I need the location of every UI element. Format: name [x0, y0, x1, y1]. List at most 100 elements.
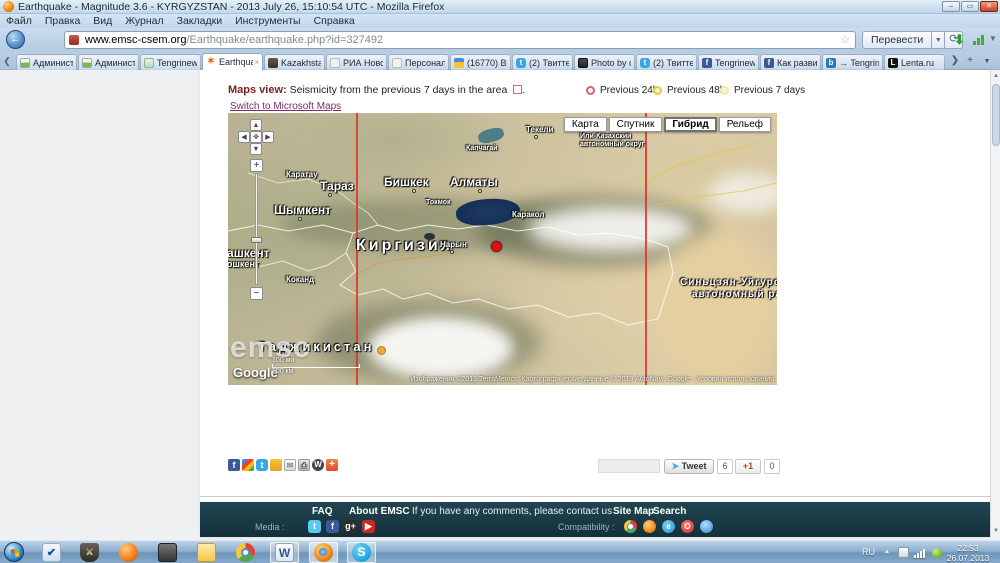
footer-sitemap-link[interactable]: Site Map [613, 506, 654, 517]
menu-edit[interactable]: Правка [45, 15, 80, 27]
translate-caret-icon[interactable]: ▼ [932, 31, 946, 49]
map-type-sputnik[interactable]: Спутник [608, 117, 663, 132]
earthquake-marker-7days[interactable] [377, 346, 386, 355]
map-type-karta[interactable]: Карта [563, 117, 607, 132]
page-scrollbar[interactable]: ▲ ▼ [990, 70, 1000, 537]
menu-tools[interactable]: Инструменты [235, 15, 300, 27]
share-twitter-icon[interactable]: t [256, 459, 268, 471]
share-print-icon[interactable]: ⎙ [298, 459, 310, 471]
zoom-out-button[interactable]: − [250, 287, 263, 300]
share-email-icon[interactable]: ✉ [284, 459, 296, 471]
list-all-tabs-icon[interactable]: ▼ [980, 58, 994, 65]
tab-lenta[interactable]: L Lenta.ru [884, 54, 945, 70]
scroll-down-icon[interactable]: ▼ [991, 525, 1000, 537]
taskbar-explorer-icon[interactable] [197, 543, 216, 562]
footer-about-link[interactable]: About EMSC [349, 506, 410, 517]
tab-kazakhstan[interactable]: Kazakhstan ... [264, 54, 325, 70]
taskbar-fl-studio-icon[interactable] [119, 543, 138, 562]
share-wordpress-icon[interactable]: W [312, 459, 324, 471]
pan-right-icon[interactable]: ▶ [262, 131, 274, 143]
earthquake-marker-24h[interactable] [491, 241, 502, 252]
tray-app-icon[interactable] [898, 547, 909, 558]
share-search-box[interactable] [598, 459, 660, 473]
pan-up-icon[interactable]: ▲ [250, 119, 262, 131]
zoom-slider-track[interactable] [255, 173, 258, 285]
tray-status-icon[interactable] [932, 548, 942, 558]
taskbar-firefox-icon[interactable] [314, 543, 333, 562]
language-indicator[interactable]: RU [862, 547, 875, 557]
taskbar-word-icon[interactable]: W [275, 543, 294, 562]
taskbar-world-of-tanks-icon[interactable]: ⚔ [80, 543, 99, 562]
footer-search-link[interactable]: Search [653, 506, 686, 517]
stats-bars-icon[interactable] [973, 35, 985, 45]
new-tab-button[interactable]: + [963, 55, 977, 66]
tab-earthquake-active[interactable]: ✶Earthqua...× [202, 53, 263, 70]
plus-one-button[interactable]: +1 [735, 459, 761, 474]
zoom-in-button[interactable]: + [250, 159, 263, 172]
bookmark-star-icon[interactable]: ☆ [840, 32, 850, 48]
tab-close-icon[interactable]: × [254, 58, 259, 67]
map-type-relief[interactable]: Рельеф [718, 117, 771, 132]
start-button[interactable] [4, 542, 24, 562]
switch-to-microsoft-maps-link[interactable]: Switch to Microsoft Maps [230, 101, 341, 112]
taskbar-notes-app-icon[interactable]: ✔ [42, 543, 61, 562]
tab-facebook-develop[interactable]: fКак развить... [760, 54, 821, 70]
share-facebook-icon[interactable]: f [228, 459, 240, 471]
tab-scroll-left-icon[interactable]: ❮ [0, 54, 14, 69]
taskbar-chrome-icon[interactable] [236, 543, 255, 562]
media-twitter-icon[interactable]: t [308, 520, 321, 533]
desktop: Earthquake - Magnitude 3.6 - KYRGYZSTAN … [0, 0, 1000, 563]
media-youtube-icon[interactable]: ▶ [362, 520, 375, 533]
pan-center-icon[interactable]: ✥ [250, 131, 262, 143]
window-titlebar[interactable]: Earthquake - Magnitude 3.6 - KYRGYZSTAN … [0, 0, 1000, 14]
tweet-button[interactable]: ➤ Tweet [664, 459, 714, 474]
tab-tengrine-redirect[interactable]: b→ Tengrine... [822, 54, 883, 70]
tab-label: → Tengrine... [839, 57, 879, 68]
maximize-button[interactable]: ▭ [961, 1, 979, 12]
download-icon[interactable]: ⬇ [954, 32, 965, 48]
tab-ria-news[interactable]: РИА Новос... [326, 54, 387, 70]
close-button[interactable]: ✕ [980, 1, 998, 12]
tab-tengrinews-1[interactable]: Tengrinews.... [140, 54, 201, 70]
share-google-bookmarks-icon[interactable] [242, 459, 254, 471]
tab-facebook-tengrinews[interactable]: fTengrinews.... [698, 54, 759, 70]
menu-file[interactable]: Файл [6, 15, 32, 27]
tab-scroll-right-icon[interactable]: ❯ [948, 55, 962, 66]
scrollbar-thumb[interactable] [992, 84, 1000, 146]
back-button[interactable]: ← [6, 30, 25, 49]
taskbar-photo-viewer-icon[interactable] [158, 543, 177, 562]
clock[interactable]: 22:53 26.07.2013 [942, 543, 994, 563]
media-facebook-icon[interactable]: f [326, 520, 339, 533]
tab-photo[interactable]: Photo by da... [574, 54, 635, 70]
tab-twitter-1[interactable]: t(2) Твиттер [512, 54, 573, 70]
translate-button[interactable]: Перевести [862, 31, 933, 49]
tab-admin-1[interactable]: Администр... [16, 54, 77, 70]
tab-favicon [392, 57, 402, 68]
scroll-up-icon[interactable]: ▲ [991, 70, 1000, 82]
footer-contact-link[interactable]: If you have any comments, please contact… [412, 506, 612, 517]
media-googleplus-icon[interactable]: g+ [344, 520, 357, 533]
tab-mail-inbox[interactable]: (16770) Вх... [450, 54, 511, 70]
menu-bookmarks[interactable]: Закладки [177, 15, 222, 27]
seismicity-map[interactable]: Бишкек Токмок Алматы Каракол Текели Капч… [228, 113, 777, 385]
share-yahoo-icon[interactable] [270, 459, 282, 471]
pan-left-icon[interactable]: ◀ [238, 131, 250, 143]
menu-view[interactable]: Вид [93, 15, 112, 27]
menu-help[interactable]: Справка [314, 15, 355, 27]
zoom-slider-thumb[interactable] [251, 237, 262, 243]
menu-history[interactable]: Журнал [125, 15, 163, 27]
tab-admin-2[interactable]: Администр... [78, 54, 139, 70]
url-bar[interactable]: www.emsc-csem.org/Earthquake/earthquake.… [64, 31, 856, 49]
toolbar-overflow-icon[interactable]: ▼ [989, 34, 997, 43]
minimize-button[interactable]: – [942, 1, 960, 12]
tab-personal[interactable]: Персональ... [388, 54, 449, 70]
footer-faq-link[interactable]: FAQ [312, 506, 333, 517]
pan-down-icon[interactable]: ▼ [250, 143, 262, 155]
network-icon[interactable] [914, 548, 925, 558]
map-type-gibrid[interactable]: Гибрид [664, 117, 717, 132]
tab-twitter-2[interactable]: t(2) Твиттер ... [636, 54, 697, 70]
taskbar-skype-icon[interactable]: S [352, 543, 371, 562]
map-label-tokmok: Токмок [426, 199, 451, 206]
tray-expand-icon[interactable]: ▲ [884, 549, 890, 555]
share-addthis-icon[interactable]: + [326, 459, 338, 471]
